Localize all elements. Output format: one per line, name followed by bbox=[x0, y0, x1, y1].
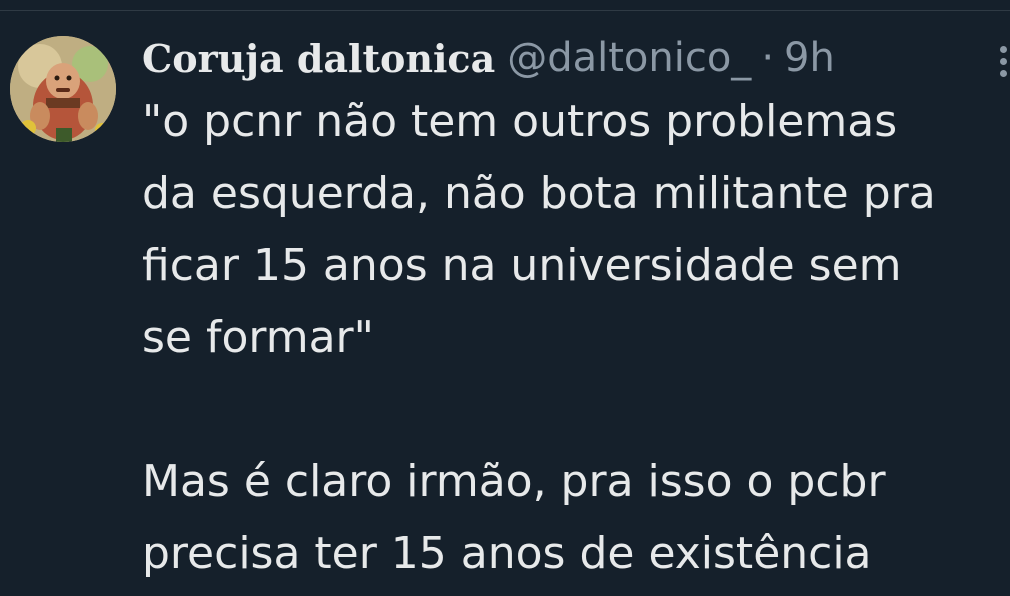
tweet-text-line: "o pcnr não tem outros problemas bbox=[142, 96, 898, 147]
divider bbox=[0, 10, 1010, 11]
tweet-screen: Coruja daltonica @daltonico_ · 9h "o pcn… bbox=[0, 0, 1010, 596]
tweet-text-line bbox=[142, 374, 1010, 446]
separator-dot: · bbox=[761, 35, 775, 81]
avatar[interactable] bbox=[10, 36, 116, 142]
user-handle[interactable]: @daltonico_ bbox=[507, 35, 751, 81]
tweet-text-line: ficar 15 anos na universidade sem bbox=[142, 240, 902, 291]
tweet-text-line: precisa ter 15 anos de existência bbox=[142, 528, 872, 579]
display-name[interactable]: Coruja daltonica bbox=[142, 36, 495, 81]
avatar-image bbox=[10, 36, 116, 142]
tweet-text: "o pcnr não tem outros problemas da esqu… bbox=[142, 86, 1010, 590]
timestamp[interactable]: 9h bbox=[784, 35, 835, 81]
tweet-text-line: Mas é claro irmão, pra isso o pcbr bbox=[142, 456, 886, 507]
tweet-header: Coruja daltonica @daltonico_ · 9h bbox=[142, 30, 835, 86]
more-options-icon[interactable] bbox=[994, 42, 1010, 82]
tweet-text-line: da esquerda, não bota militante pra bbox=[142, 168, 936, 219]
tweet-text-line: se formar" bbox=[142, 312, 374, 363]
